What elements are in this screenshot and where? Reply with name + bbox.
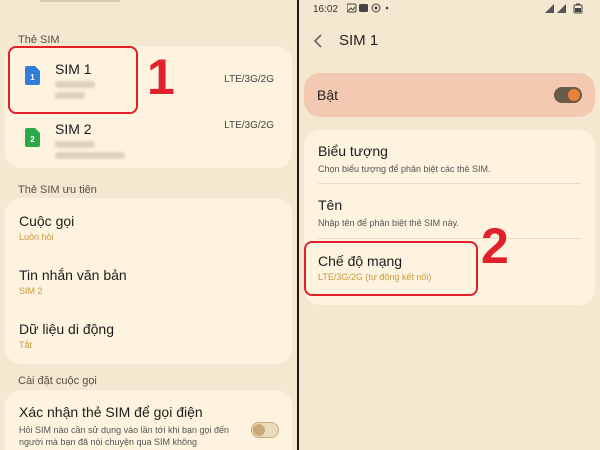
sim1-network: LTE/3G/2G	[224, 74, 274, 85]
sim2-network: LTE/3G/2G	[224, 120, 274, 131]
sim-manager-screen: Thẻ SIM 1 SIM 1 LTE/3G/2G 2 SIM 2 LTE/3G…	[0, 0, 297, 450]
confirm-sim-toggle[interactable]	[251, 422, 279, 438]
sim1-settings-screen: 16:02 SIM 1 Bật Biểu tượng Chọn biểu tượ…	[299, 0, 600, 450]
mobile-data-item[interactable]: Dữ liệu di động Tắt	[19, 321, 278, 350]
icon-setting-desc: Chọn biểu tượng để phân biệt các thẻ SIM…	[318, 164, 491, 174]
calls-item[interactable]: Cuộc gọi Luôn hỏi	[19, 213, 278, 242]
sim2-name: SIM 2	[55, 121, 92, 137]
calls-value: Luôn hỏi	[19, 232, 54, 242]
sim2-item[interactable]: 2 SIM 2 LTE/3G/2G	[5, 108, 292, 168]
sim2-card-icon: 2	[25, 128, 40, 147]
status-time: 16:02	[313, 4, 339, 15]
annotation-highlight-network-mode	[304, 241, 478, 296]
toggle-knob	[568, 89, 580, 101]
svg-text:2: 2	[30, 135, 35, 144]
confirm-sim-item[interactable]: Xác nhận thẻ SIM để gọi điện Hỏi SIM nào…	[19, 404, 242, 448]
confirm-sim-desc: Hỏi SIM nào cần sử dụng vào lần tới khi …	[19, 425, 230, 447]
status-bar: 16:02	[313, 3, 588, 17]
confirm-sim-label: Xác nhận thẻ SIM để gọi điện	[19, 404, 203, 420]
section-call-settings: Cài đặt cuộc gọi	[18, 375, 97, 387]
name-setting-desc: Nhập tên để phân biệt thẻ SIM này.	[318, 218, 459, 228]
call-settings-group: Xác nhận thẻ SIM để gọi điện Hỏi SIM nào…	[5, 390, 292, 450]
sim2-blurred-carrier	[55, 152, 125, 159]
header-title: SIM 1	[339, 32, 379, 49]
icon-setting-item[interactable]: Biểu tượng Chọn biểu tượng để phân biệt …	[318, 143, 581, 175]
annotation-number-2: 2	[481, 218, 509, 274]
preferred-sim-group: Cuộc gọi Luôn hỏi Tin nhắn văn bản SIM 2…	[5, 198, 292, 364]
sim-on-card[interactable]: Bật	[304, 73, 595, 117]
mobile-data-value: Tắt	[19, 340, 33, 350]
mobile-data-label: Dữ liệu di động	[19, 321, 114, 337]
messages-value: SIM 2	[19, 286, 43, 296]
back-chevron-icon[interactable]	[313, 34, 323, 53]
messages-item[interactable]: Tin nhắn văn bản SIM 2	[19, 267, 278, 296]
sim-on-label: Bật	[317, 87, 339, 103]
annotation-highlight-sim1	[8, 46, 138, 114]
divider	[318, 183, 581, 184]
icon-setting-label: Biểu tượng	[318, 143, 388, 159]
toggle-knob	[253, 423, 265, 436]
signal-battery-icons	[544, 3, 588, 17]
annotation-number-1: 1	[147, 49, 175, 105]
top-title-fragment	[40, 0, 120, 2]
sim-on-toggle[interactable]	[554, 87, 582, 103]
messages-label: Tin nhắn văn bản	[19, 267, 127, 283]
section-preferred-sim: Thẻ SIM ưu tiên	[18, 184, 97, 196]
notification-icons	[346, 3, 393, 14]
sim2-blurred-number	[55, 141, 95, 148]
divider	[318, 238, 581, 239]
name-setting-label: Tên	[318, 197, 343, 213]
section-sim-cards: Thẻ SIM	[18, 34, 60, 46]
name-setting-item[interactable]: Tên Nhập tên để phân biệt thẻ SIM này.	[318, 197, 581, 229]
header: SIM 1	[313, 28, 586, 56]
calls-label: Cuộc gọi	[19, 213, 75, 229]
